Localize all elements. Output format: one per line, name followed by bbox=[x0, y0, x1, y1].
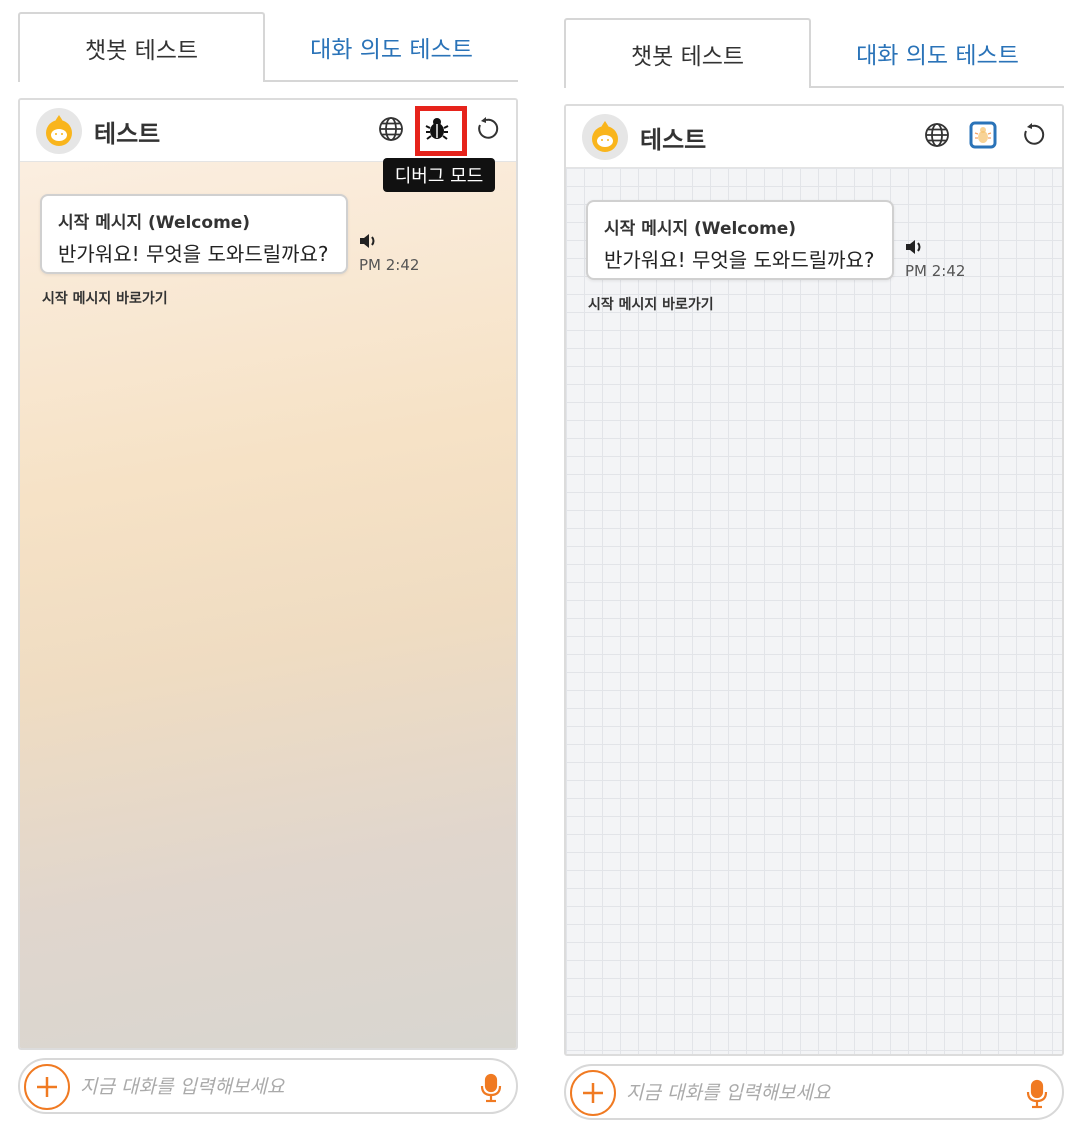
tab-intent-test[interactable]: 대화 의도 테스트 bbox=[265, 12, 518, 82]
bot-avatar bbox=[36, 108, 82, 154]
message-input-bar bbox=[18, 1058, 518, 1114]
chat-header: 테스트 bbox=[20, 100, 516, 162]
bot-title: 테스트 bbox=[94, 120, 161, 148]
chat-messages-area: 시작 메시지 (Welcome) 반가워요! 무엇을 도와드릴까요? PM 2:… bbox=[566, 168, 1062, 1054]
message-input-bar bbox=[564, 1064, 1064, 1120]
chatbot-test-panel-debug: 챗봇 테스트 대화 의도 테스트 테스트 시작 메시지 (Welcome) 반가… bbox=[564, 0, 1066, 1125]
reset-icon[interactable] bbox=[1018, 120, 1048, 150]
globe-icon[interactable] bbox=[376, 114, 406, 144]
speaker-icon[interactable] bbox=[358, 230, 380, 252]
message-label: 시작 메시지 (Welcome) bbox=[58, 213, 251, 233]
tab-chatbot-test[interactable]: 챗봇 테스트 bbox=[18, 12, 265, 82]
plus-icon[interactable] bbox=[570, 1070, 616, 1116]
chat-header: 테스트 bbox=[566, 106, 1062, 168]
tab-intent-test[interactable]: 대화 의도 테스트 bbox=[811, 18, 1064, 88]
tab-bar: 챗봇 테스트 대화 의도 테스트 bbox=[564, 18, 1064, 88]
message-label: 시작 메시지 (Welcome) bbox=[604, 219, 797, 239]
plus-icon[interactable] bbox=[24, 1064, 70, 1110]
chat-window: 테스트 bbox=[18, 98, 518, 1050]
message-time: PM 2:42 bbox=[359, 256, 420, 274]
chat-window: 테스트 bbox=[564, 104, 1064, 1056]
welcome-message-bubble: 시작 메시지 (Welcome) 반가워요! 무엇을 도와드릴까요? bbox=[586, 200, 894, 280]
welcome-shortcut-link[interactable]: 시작 메시지 바로가기 bbox=[588, 294, 714, 314]
message-time: PM 2:42 bbox=[905, 262, 966, 280]
reset-icon[interactable] bbox=[472, 114, 502, 144]
bug-icon[interactable] bbox=[968, 120, 998, 150]
mic-icon[interactable] bbox=[478, 1073, 504, 1103]
speaker-icon[interactable] bbox=[904, 236, 926, 258]
message-input[interactable] bbox=[626, 1074, 1006, 1112]
message-text: 반가워요! 무엇을 도와드릴까요? bbox=[58, 242, 329, 266]
tab-chatbot-test[interactable]: 챗봇 테스트 bbox=[564, 18, 811, 88]
chat-messages-area: 시작 메시지 (Welcome) 반가워요! 무엇을 도와드릴까요? PM 2:… bbox=[20, 162, 516, 1048]
bot-title: 테스트 bbox=[640, 126, 707, 154]
welcome-message-bubble: 시작 메시지 (Welcome) 반가워요! 무엇을 도와드릴까요? bbox=[40, 194, 348, 274]
bug-icon[interactable] bbox=[422, 114, 452, 144]
message-input[interactable] bbox=[80, 1068, 460, 1106]
tab-bar: 챗봇 테스트 대화 의도 테스트 bbox=[18, 12, 518, 82]
mic-icon[interactable] bbox=[1024, 1079, 1050, 1109]
chatbot-test-panel-default: 챗봇 테스트 대화 의도 테스트 테스트 디버그 모드 시작 메시지 (Welc… bbox=[18, 0, 520, 1125]
globe-icon[interactable] bbox=[922, 120, 952, 150]
bot-avatar bbox=[582, 114, 628, 160]
message-text: 반가워요! 무엇을 도와드릴까요? bbox=[604, 248, 875, 272]
welcome-shortcut-link[interactable]: 시작 메시지 바로가기 bbox=[42, 288, 168, 308]
debug-mode-tooltip: 디버그 모드 bbox=[383, 158, 495, 192]
